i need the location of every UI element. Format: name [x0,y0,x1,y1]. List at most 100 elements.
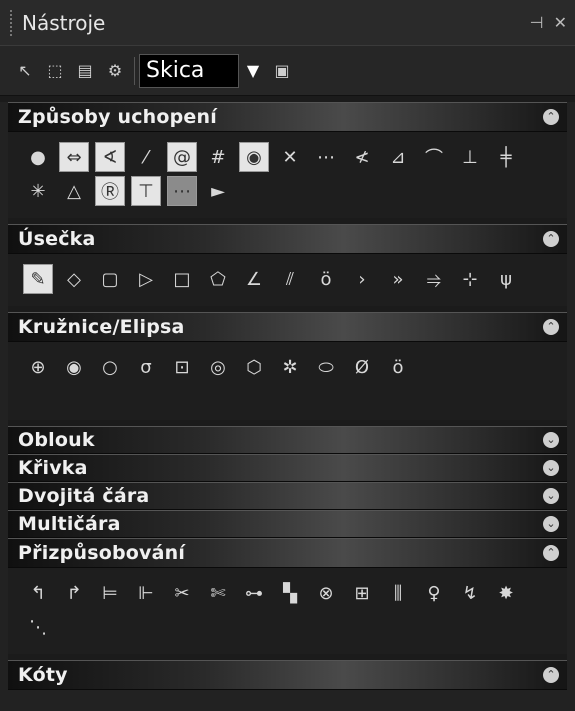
ellipse-tilt-icon[interactable]: Ø [347,352,377,382]
line-tangent3-icon[interactable]: ⥤ [419,264,449,294]
section-body-fit: ↰ ↱ ⊨ ⊩ ✂ ✄ ⊶ ▚ ⊗ ⊞ ⫼ ♀ ↯ ✸ ⋱ [8,568,567,654]
section-header-snaps[interactable]: Způsoby uchopení ⌃ [8,102,567,132]
break2-icon[interactable]: ✄ [203,578,233,608]
snap-arc-icon[interactable]: ⌒ [419,142,449,172]
line-triangle-icon[interactable]: ▷ [131,264,161,294]
pencil-icon[interactable]: ✎ [23,264,53,294]
extend2-icon[interactable]: ⊩ [131,578,161,608]
circle-hex-icon[interactable]: ⬡ [239,352,269,382]
section-header-circle[interactable]: Kružnice/Elipsa ⌃ [8,312,567,342]
snap-perpendicular-icon[interactable]: ⊥ [455,142,485,172]
expand-icon[interactable]: ⌄ [543,460,559,476]
section-title: Kóty [18,664,68,686]
snap-dashed-icon[interactable]: ⋯ [167,176,197,206]
break-icon[interactable]: ✂ [167,578,197,608]
section-header-curve[interactable]: Křivka ⌄ [8,454,567,482]
line-free-icon[interactable]: ◇ [59,264,89,294]
section-title: Přizpůsobování [18,542,186,564]
line-pentagon-icon[interactable]: ⬠ [203,264,233,294]
section-title: Úsečka [18,228,96,250]
section-header-dimensions[interactable]: Kóty ⌃ [8,660,567,690]
snap-end-icon[interactable]: ● [23,142,53,172]
explode-icon[interactable]: ✸ [491,578,521,608]
line-bisect-icon[interactable]: ⊹ [455,264,485,294]
section-title: Způsoby uchopení [18,106,217,128]
chevron-down-icon[interactable]: ▼ [239,61,267,80]
select-window-icon[interactable]: ⬚ [40,58,70,84]
chamfer-icon[interactable]: ⊗ [311,578,341,608]
circle-center-icon[interactable]: ⊕ [23,352,53,382]
circle-icon[interactable]: ○ [95,352,125,382]
circle-square-icon[interactable]: ⊡ [167,352,197,382]
section-title: Kružnice/Elipsa [18,316,185,338]
offset-icon[interactable]: ↯ [455,578,485,608]
snap-center-icon[interactable]: ∢ [95,142,125,172]
section-header-fit[interactable]: Přizpůsobování ⌃ [8,538,567,568]
circle-double-icon[interactable]: ö [383,352,413,382]
circle-fill-icon[interactable]: ◉ [59,352,89,382]
ellipse-icon[interactable]: ⬭ [311,352,341,382]
section-title: Křivka [18,457,88,479]
join-icon[interactable]: ⊶ [239,578,269,608]
line-tangent2-icon[interactable]: » [383,264,413,294]
collapse-icon[interactable]: ⌃ [543,231,559,247]
tools-panel: Nástroje ⊣ ✕ ↖ ⬚ ▤ ⚙ Skica ▼ ▣ Způsoby u… [0,0,575,711]
snap-node-icon[interactable]: ◉ [239,142,269,172]
snap-triangle-icon[interactable]: △ [59,176,89,206]
trim2-icon[interactable]: ↱ [59,578,89,608]
circle-tangent-icon[interactable]: σ [131,352,161,382]
stretch-icon[interactable]: ⫼ [383,578,413,608]
misc-icon[interactable]: ⋱ [23,612,53,642]
line-parallel-icon[interactable]: ⫽ [275,264,305,294]
section-header-multiline[interactable]: Multičára ⌄ [8,510,567,538]
line-square-icon[interactable]: □ [167,264,197,294]
gear-icon[interactable]: ⚙ [100,58,130,84]
extend-icon[interactable]: ⊨ [95,578,125,608]
line-rect-icon[interactable]: ▢ [95,264,125,294]
collapse-icon[interactable]: ⌃ [543,545,559,561]
expand-icon[interactable]: ⌄ [543,516,559,532]
line-angle-icon[interactable]: ∠ [239,264,269,294]
section-header-double-line[interactable]: Dvojitá čára ⌄ [8,482,567,510]
line-perp-icon[interactable]: ψ [491,264,521,294]
line-offset-icon[interactable]: ö [311,264,341,294]
fillet-icon[interactable]: ▚ [275,578,305,608]
pin-icon[interactable]: ⊣ [530,13,544,32]
expand-icon[interactable]: ⌄ [543,488,559,504]
snap-pick-icon[interactable]: ⊤ [131,176,161,206]
snap-angle-icon[interactable]: ≮ [347,142,377,172]
mode-combobox[interactable]: Skica [139,53,239,88]
panel-titlebar[interactable]: Nástroje ⊣ ✕ [0,0,575,46]
snap-quadrant-icon[interactable]: @ [167,142,197,172]
properties-icon[interactable]: ▣ [267,58,297,84]
select-arrow-icon[interactable]: ↖ [10,58,40,84]
snap-star-icon[interactable]: ✳ [23,176,53,206]
snap-parallel-icon[interactable]: ╪ [491,142,521,172]
section-title: Multičára [18,513,121,535]
snap-mid-icon[interactable]: ⇔ [59,142,89,172]
section-body-snaps: ● ⇔ ∢ ⁄ @ # ◉ ✕ ⋯ ≮ ⊿ ⌒ ⊥ ╪ ✳ △ Ⓡ ⊤ ⋯ ► [8,132,567,218]
collapse-icon[interactable]: ⌃ [543,109,559,125]
drag-grip[interactable] [10,9,14,36]
snap-line-icon[interactable]: ⁄ [131,142,161,172]
snap-intersection-icon[interactable]: ✕ [275,142,305,172]
snap-tangent-icon[interactable]: ⊿ [383,142,413,172]
snap-cursor-icon[interactable]: ► [203,176,233,206]
bulb-icon[interactable]: ♀ [419,578,449,608]
section-header-arc[interactable]: Oblouk ⌄ [8,426,567,454]
circle-star-icon[interactable]: ✲ [275,352,305,382]
trim-icon[interactable]: ↰ [23,578,53,608]
circle-rounded-icon[interactable]: ◎ [203,352,233,382]
snap-on-icon[interactable]: Ⓡ [95,176,125,206]
scale-icon[interactable]: ⊞ [347,578,377,608]
snap-grid-icon[interactable]: # [203,142,233,172]
expand-icon[interactable]: ⌄ [543,432,559,448]
collapse-icon[interactable]: ⌃ [543,319,559,335]
panel-title: Nástroje [22,10,106,35]
layer-icon[interactable]: ▤ [70,58,100,84]
line-tangent-icon[interactable]: › [347,264,377,294]
close-icon[interactable]: ✕ [554,13,567,32]
snap-grid2-icon[interactable]: ⋯ [311,142,341,172]
collapse-icon[interactable]: ⌃ [543,667,559,683]
section-header-line[interactable]: Úsečka ⌃ [8,224,567,254]
